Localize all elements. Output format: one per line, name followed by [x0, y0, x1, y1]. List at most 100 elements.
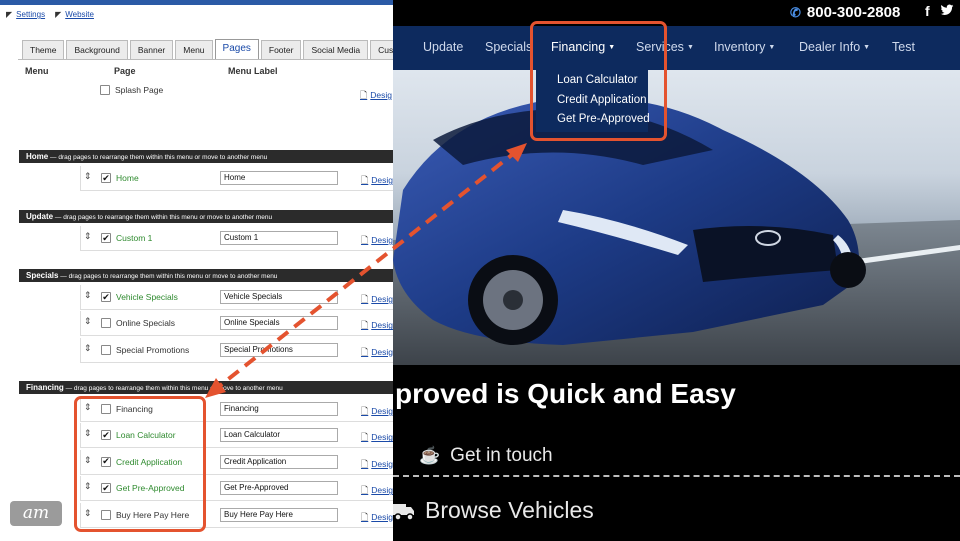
design-link[interactable]: 🗋 Desig: [361, 233, 393, 249]
page-row-get-pre-approved[interactable]: ⇕ ✔ Get Pre-Approved Get Pre-Approved 🗋 Desig: [80, 476, 393, 502]
tab-background[interactable]: Background: [66, 40, 128, 59]
drag-handle-icon[interactable]: ⇕: [84, 343, 92, 354]
nav-specials[interactable]: Specials: [485, 40, 532, 54]
design-link-label: Desig: [371, 320, 393, 331]
get-in-touch-link[interactable]: ☕ Get in touch: [419, 445, 553, 467]
section-hint: — drag pages to rearrange them within th…: [48, 154, 268, 161]
menu-label-input[interactable]: Home: [220, 171, 338, 185]
page-row-buy-here-pay-here[interactable]: ⇕ Buy Here Pay Here Buy Here Pay Here 🗋 Desi…: [80, 502, 393, 528]
page-row-home[interactable]: ⇕ ✔ Home Home 🗋 Desig: [80, 166, 393, 191]
design-link[interactable]: 🗋 Desig: [361, 510, 393, 526]
design-link[interactable]: 🗋 Desig: [361, 345, 393, 361]
menu-label-input[interactable]: Buy Here Pay Here: [220, 507, 338, 522]
drag-handle-icon[interactable]: ⇕: [84, 402, 92, 413]
drag-handle-icon[interactable]: ⇕: [84, 231, 92, 242]
page-enabled-checkbox[interactable]: [101, 318, 111, 329]
dropdown-item-get-pre-approved[interactable]: Get Pre-Approved: [557, 113, 650, 125]
admin-top-strip: [0, 0, 393, 5]
twitter-icon[interactable]: [940, 3, 954, 17]
menu-label-input[interactable]: Get Pre-Approved: [220, 481, 338, 496]
facebook-icon[interactable]: f: [925, 3, 930, 19]
tab-banner[interactable]: Banner: [129, 40, 174, 59]
tab-custom-seo[interactable]: Custom SE: [370, 40, 393, 59]
hero-headline: proved is Quick and Easy: [395, 378, 736, 409]
settings-icon: ◤: [6, 10, 13, 19]
nav-financing[interactable]: Financing ▼: [551, 40, 615, 54]
nav-inventory[interactable]: Inventory ▼: [714, 40, 775, 54]
design-link[interactable]: 🗋 Desig: [361, 430, 393, 446]
page-row-loan-calculator[interactable]: ⇕ ✔ Loan Calculator Loan Calculator 🗋 Desig: [80, 423, 393, 449]
menu-label-input[interactable]: Financing: [220, 402, 338, 416]
page-enabled-checkbox[interactable]: ✔: [101, 292, 111, 302]
page-name: Loan Calculator: [116, 430, 176, 441]
page-enabled-checkbox[interactable]: ✔: [101, 233, 111, 243]
tab-menu[interactable]: Menu: [175, 40, 213, 59]
page-row-vehicle-specials[interactable]: ⇕ ✔ Vehicle Specials Vehicle Specials 🗋 Desig: [80, 285, 393, 310]
menu-label-input[interactable]: Special Promotions: [220, 342, 338, 357]
website-preview: ✆ 800-300-2808 f Update Specials Financi…: [393, 0, 960, 541]
settings-link[interactable]: Settings: [16, 10, 45, 19]
drag-handle-icon[interactable]: ⇕: [84, 508, 92, 519]
section-header-home: Home — drag pages to rearrange them with…: [19, 150, 393, 163]
page-row-financing[interactable]: ⇕ Financing Financing 🗋 Desig: [80, 397, 393, 422]
section-name: Home: [26, 152, 49, 161]
page-enabled-checkbox[interactable]: [101, 404, 111, 414]
design-link-label: Desig: [371, 511, 393, 522]
tab-theme[interactable]: Theme: [22, 40, 65, 59]
design-link-label: Desig: [371, 346, 393, 357]
nav-inventory-label: Inventory: [714, 40, 766, 54]
page-icon: 🗋: [361, 432, 369, 443]
nav-test[interactable]: Test: [892, 40, 915, 54]
design-link[interactable]: 🗋 Desig: [361, 483, 393, 499]
menu-label-input[interactable]: Online Specials: [220, 316, 338, 331]
drag-handle-icon[interactable]: ⇕: [84, 481, 92, 492]
menu-label-input[interactable]: Loan Calculator: [220, 428, 338, 443]
browse-vehicles-label: Browse Vehicles: [425, 497, 594, 523]
phone-number[interactable]: ✆ 800-300-2808: [790, 4, 900, 21]
hero-image: [393, 70, 960, 365]
drag-handle-icon[interactable]: ⇕: [84, 428, 92, 439]
site-top-bar: ✆ 800-300-2808 f: [393, 0, 960, 26]
menu-label-input[interactable]: Custom 1: [220, 231, 338, 245]
website-link[interactable]: Website: [65, 10, 94, 19]
nav-services[interactable]: Services ▼: [636, 40, 694, 54]
page-enabled-checkbox[interactable]: [101, 344, 111, 355]
section-name: Update: [26, 212, 54, 221]
tab-social-media[interactable]: Social Media: [303, 40, 369, 59]
design-link[interactable]: 🗋 Desig: [361, 457, 393, 473]
nav-update[interactable]: Update: [423, 40, 463, 54]
nav-dealer-info[interactable]: Dealer Info ▼: [799, 40, 870, 54]
page-row-special-promotions[interactable]: ⇕ Special Promotions Special Promotions 🗋 De…: [80, 337, 393, 363]
drag-handle-icon[interactable]: ⇕: [84, 455, 92, 466]
page-icon: 🗋: [361, 320, 369, 331]
design-link-label: Desig: [371, 485, 393, 496]
design-link-label: Desig: [370, 90, 392, 100]
page-enabled-checkbox[interactable]: ✔: [101, 456, 111, 467]
dropdown-item-credit-application[interactable]: Credit Application: [557, 94, 647, 106]
tab-footer[interactable]: Footer: [260, 40, 302, 59]
drag-handle-icon[interactable]: ⇕: [84, 171, 92, 182]
design-link[interactable]: 🗋 Desig: [361, 292, 393, 308]
page-enabled-checkbox[interactable]: ✔: [101, 430, 111, 441]
menu-label-input[interactable]: Credit Application: [220, 454, 338, 469]
page-enabled-checkbox[interactable]: [101, 509, 111, 520]
splash-page-checkbox[interactable]: [100, 85, 110, 95]
design-link[interactable]: 🗋 Desig: [361, 173, 393, 189]
site-nav: Update Specials Financing ▼ Services ▼ Inv…: [393, 26, 960, 70]
design-link[interactable]: 🗋 Desig: [361, 404, 393, 420]
menu-label-input[interactable]: Vehicle Specials: [220, 290, 338, 304]
nav-update-label: Update: [423, 40, 464, 54]
page-enabled-checkbox[interactable]: ✔: [101, 173, 111, 183]
page-row-custom-1[interactable]: ⇕ ✔ Custom 1 Custom 1 🗋 Desig: [80, 226, 393, 251]
design-link[interactable]: 🗋 Desig: [361, 318, 393, 334]
design-link[interactable]: 🗋 Desig: [360, 88, 392, 104]
am-watermark-logo: am: [10, 501, 62, 526]
dropdown-item-loan-calculator[interactable]: Loan Calculator: [557, 74, 638, 86]
browse-vehicles-link[interactable]: Browse Vehicles: [393, 497, 594, 524]
drag-handle-icon[interactable]: ⇕: [84, 316, 92, 327]
tab-pages[interactable]: Pages: [214, 39, 259, 59]
page-row-credit-application[interactable]: ⇕ ✔ Credit Application Credit Application 🗋 D…: [80, 449, 393, 475]
page-row-online-specials[interactable]: ⇕ Online Specials Online Specials 🗋 Desig: [80, 311, 393, 337]
page-enabled-checkbox[interactable]: ✔: [101, 483, 111, 494]
drag-handle-icon[interactable]: ⇕: [84, 290, 92, 301]
